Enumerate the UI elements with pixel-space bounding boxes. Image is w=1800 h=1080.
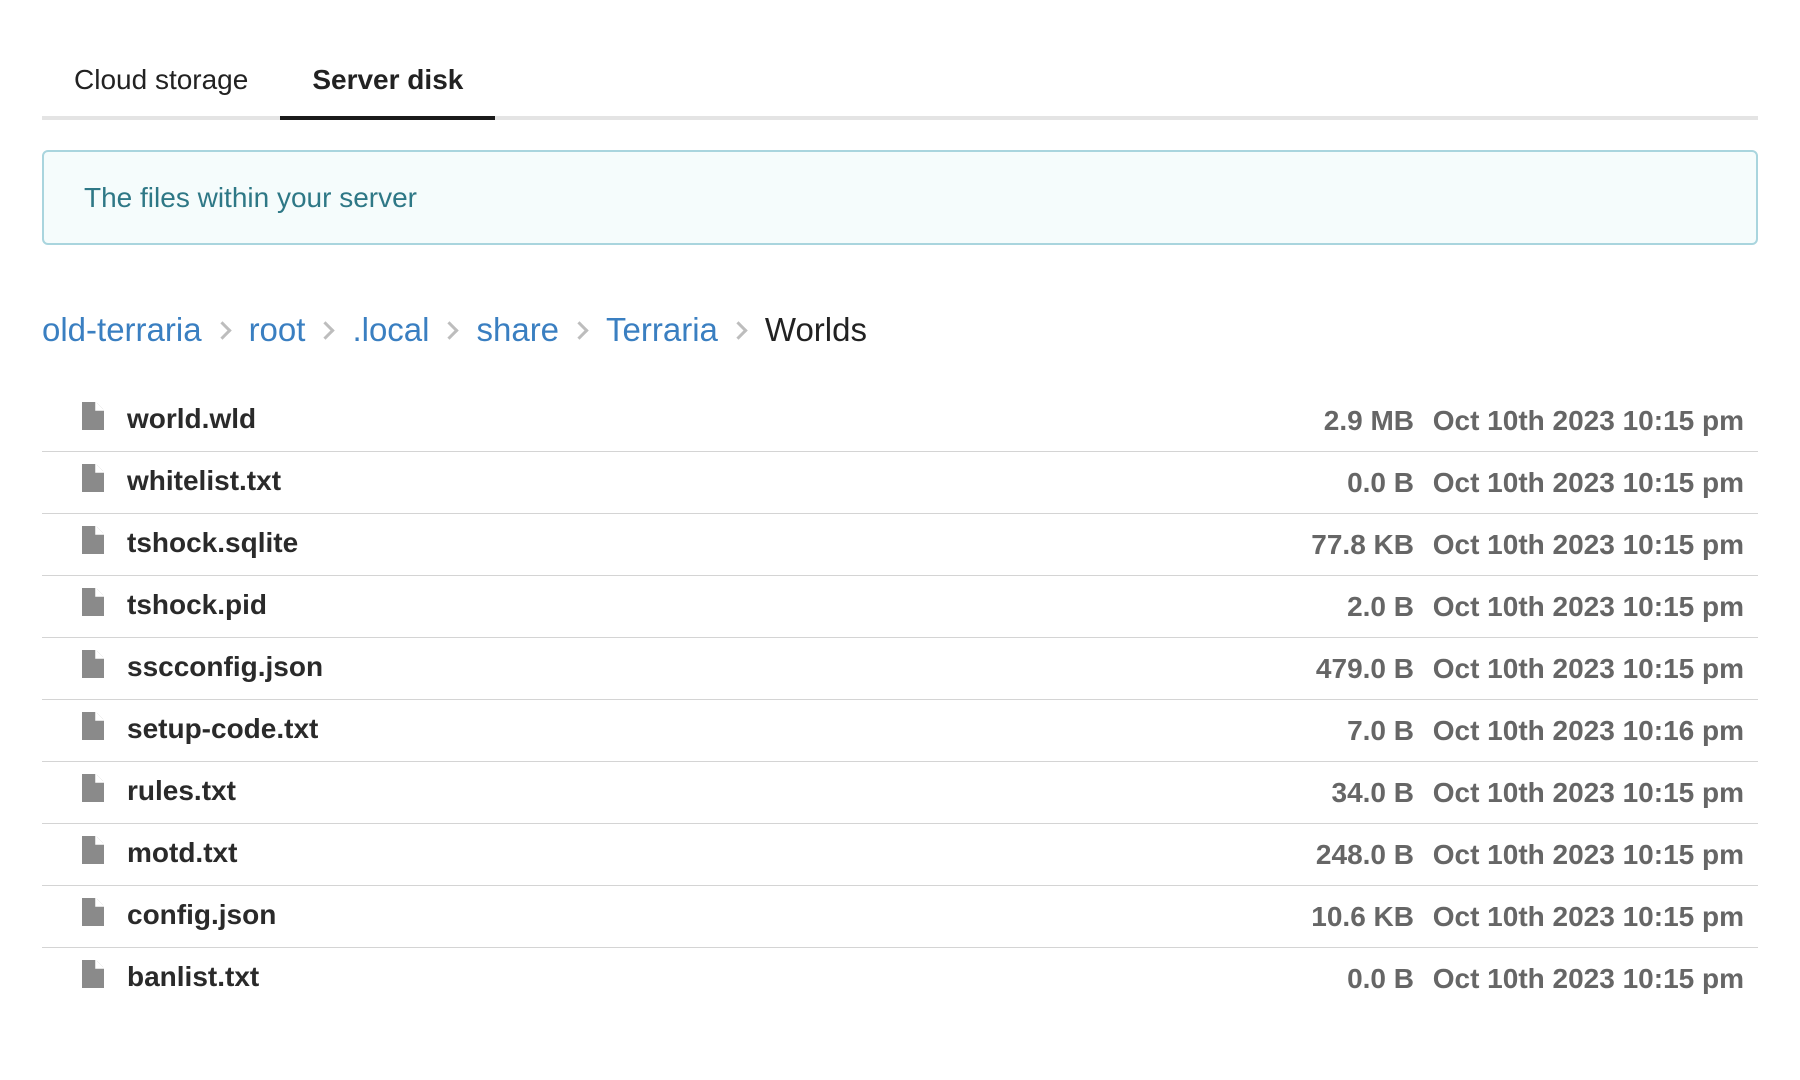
tab-server-disk[interactable]: Server disk	[280, 48, 496, 120]
file-icon	[82, 898, 104, 926]
info-banner: The files within your server	[42, 150, 1758, 245]
file-size: 34.0 B	[1331, 777, 1415, 808]
chevron-right-icon	[570, 320, 589, 340]
file-modified-date: Oct 10th 2023 10:16 pm	[1432, 715, 1744, 746]
file-size: 248.0 B	[1315, 839, 1414, 870]
file-size: 0.0 B	[1347, 963, 1414, 994]
file-name: motd.txt	[127, 837, 238, 868]
file-row[interactable]: tshock.pid 2.0 B Oct 10th 2023 10:15 pm	[42, 576, 1758, 638]
chevron-right-icon	[729, 320, 748, 340]
file-modified-date: Oct 10th 2023 10:15 pm	[1432, 529, 1744, 560]
file-modified-date: Oct 10th 2023 10:15 pm	[1432, 591, 1744, 622]
breadcrumb-item-root[interactable]: root	[249, 311, 306, 349]
file-name: banlist.txt	[127, 961, 260, 992]
file-name: world.wld	[127, 403, 257, 434]
file-modified-date: Oct 10th 2023 10:15 pm	[1432, 901, 1744, 932]
file-size: 2.9 MB	[1323, 405, 1414, 436]
tab-cloud-storage[interactable]: Cloud storage	[42, 48, 280, 116]
file-modified-date: Oct 10th 2023 10:15 pm	[1432, 963, 1744, 994]
file-row[interactable]: motd.txt 248.0 B Oct 10th 2023 10:15 pm	[42, 824, 1758, 886]
storage-tabs: Cloud storage Server disk	[42, 48, 1758, 120]
file-modified-date: Oct 10th 2023 10:15 pm	[1432, 653, 1744, 684]
file-row[interactable]: world.wld 2.9 MB Oct 10th 2023 10:15 pm	[42, 390, 1758, 452]
file-icon	[82, 650, 104, 678]
file-icon	[82, 774, 104, 802]
file-row[interactable]: sscconfig.json 479.0 B Oct 10th 2023 10:15…	[42, 638, 1758, 700]
file-icon	[82, 712, 104, 740]
chevron-right-icon	[212, 320, 232, 340]
file-icon	[82, 836, 104, 864]
file-row[interactable]: tshock.sqlite 77.8 KB Oct 10th 2023 10:15 …	[42, 514, 1758, 576]
file-icon	[82, 588, 104, 616]
chevron-right-icon	[316, 320, 336, 340]
file-modified-date: Oct 10th 2023 10:15 pm	[1432, 405, 1744, 436]
file-name: rules.txt	[127, 775, 236, 806]
breadcrumb: old-terraria root .local share Terraria …	[42, 306, 867, 354]
breadcrumb-item-terraria[interactable]: Terraria	[606, 311, 718, 349]
file-browser-page: Cloud storage Server disk The files with…	[0, 0, 1800, 1080]
breadcrumb-item-old-terraria[interactable]: old-terraria	[42, 311, 202, 349]
file-name: config.json	[127, 899, 277, 930]
file-name: sscconfig.json	[127, 651, 324, 682]
file-name: whitelist.txt	[127, 465, 282, 496]
chevron-right-icon	[440, 320, 460, 340]
file-row[interactable]: banlist.txt 0.0 B Oct 10th 2023 10:15 pm	[42, 948, 1758, 1010]
breadcrumb-item-local[interactable]: .local	[352, 311, 429, 349]
file-icon	[82, 402, 104, 430]
file-name: tshock.sqlite	[127, 527, 299, 558]
file-size: 479.0 B	[1315, 653, 1414, 684]
file-name: setup-code.txt	[127, 713, 319, 744]
file-list: world.wld 2.9 MB Oct 10th 2023 10:15 pm whi…	[42, 390, 1758, 1010]
file-row[interactable]: setup-code.txt 7.0 B Oct 10th 2023 10:16 p…	[42, 700, 1758, 762]
file-icon	[82, 960, 104, 988]
file-size: 0.0 B	[1347, 467, 1414, 498]
file-modified-date: Oct 10th 2023 10:15 pm	[1432, 839, 1744, 870]
breadcrumb-item-worlds: Worlds	[764, 311, 867, 348]
file-size: 10.6 KB	[1311, 901, 1414, 932]
info-banner-text: The files within your server	[84, 181, 418, 213]
file-size: 2.0 B	[1347, 591, 1414, 622]
file-name: tshock.pid	[127, 589, 268, 620]
file-icon	[82, 526, 104, 554]
file-modified-date: Oct 10th 2023 10:15 pm	[1432, 467, 1744, 498]
breadcrumb-item-share[interactable]: share	[476, 311, 559, 349]
file-size: 7.0 B	[1347, 715, 1414, 746]
file-modified-date: Oct 10th 2023 10:15 pm	[1432, 777, 1744, 808]
file-row[interactable]: config.json 10.6 KB Oct 10th 2023 10:15 pm	[42, 886, 1758, 948]
file-row[interactable]: rules.txt 34.0 B Oct 10th 2023 10:15 pm	[42, 762, 1758, 824]
file-size: 77.8 KB	[1311, 529, 1414, 560]
file-icon	[82, 464, 104, 492]
file-row[interactable]: whitelist.txt 0.0 B Oct 10th 2023 10:15 pm	[42, 452, 1758, 514]
